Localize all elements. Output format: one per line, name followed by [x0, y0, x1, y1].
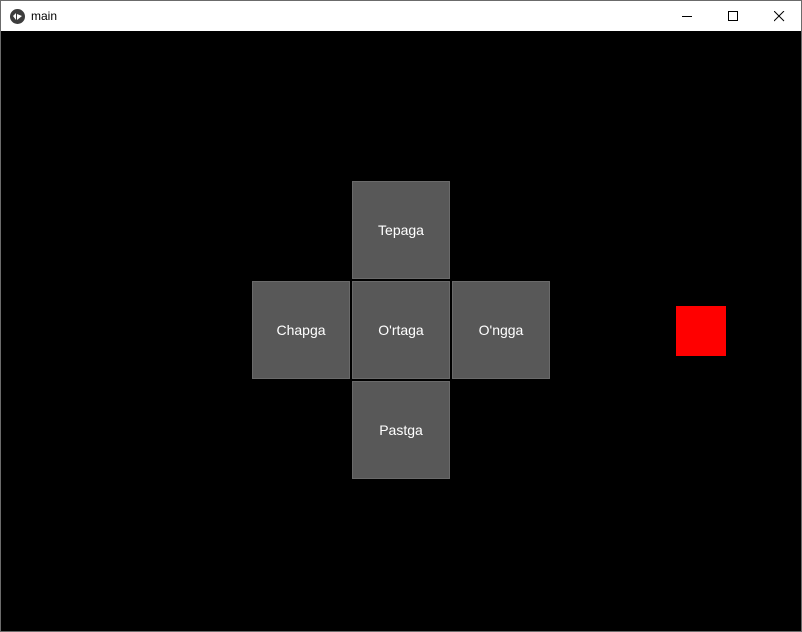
- maximize-icon: [728, 11, 738, 21]
- right-button[interactable]: O'ngga: [452, 281, 550, 379]
- app-icon: [10, 9, 25, 24]
- up-button[interactable]: Tepaga: [352, 181, 450, 279]
- minimize-button[interactable]: [664, 1, 710, 31]
- title-bar[interactable]: main: [1, 1, 801, 31]
- maximize-button[interactable]: [710, 1, 756, 31]
- down-button[interactable]: Pastga: [352, 381, 450, 479]
- close-icon: [774, 11, 785, 22]
- close-button[interactable]: [756, 1, 802, 31]
- center-button[interactable]: O'rtaga: [352, 281, 450, 379]
- minimize-icon: [682, 16, 692, 17]
- left-button[interactable]: Chapga: [252, 281, 350, 379]
- app-canvas: Tepaga Chapga O'rtaga O'ngga Pastga: [1, 31, 801, 631]
- red-square-marker: [676, 306, 726, 356]
- window-title: main: [31, 9, 58, 23]
- app-window: main Tepaga Chapga O'rtaga O'ngga Pastga: [0, 0, 802, 632]
